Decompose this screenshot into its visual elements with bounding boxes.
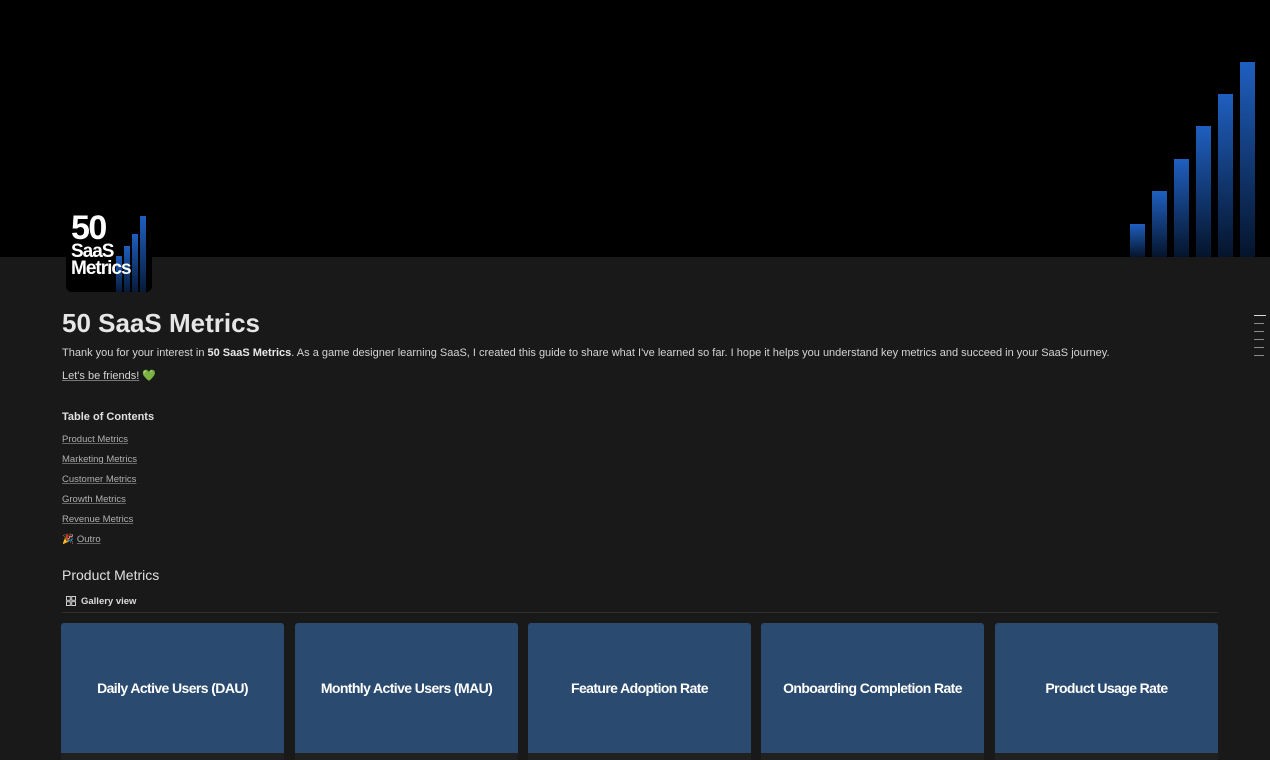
gallery-view-label: Gallery view [81,595,137,607]
section-heading-product-metrics[interactable]: Product Metrics [62,567,159,583]
gallery-card-mau[interactable]: Monthly Active Users (MAU) [295,623,518,760]
card-cover: Onboarding Completion Rate [761,623,984,753]
outline-marker[interactable] [1254,355,1264,356]
card-cover: Feature Adoption Rate [528,623,751,753]
gallery-card-feature-adoption[interactable]: Feature Adoption Rate [528,623,751,760]
view-divider [62,612,1218,613]
card-cover: Daily Active Users (DAU) [61,623,284,753]
gallery: Daily Active Users (DAU) Monthly Active … [61,623,1219,760]
party-popper-icon: 🎉 [62,534,74,545]
outline-marker[interactable] [1254,315,1266,316]
intro-paragraph[interactable]: Thank you for your interest in 50 SaaS M… [62,347,1110,359]
card-cover: Product Usage Rate [995,623,1218,753]
toc-item-outro[interactable]: 🎉 Outro [62,534,137,554]
friends-link[interactable]: Let's be friends! [62,370,139,382]
toc-item-growth-metrics[interactable]: Growth Metrics [62,494,137,514]
friends-line: Let's be friends! 💚 [62,369,156,382]
logo-number: 50 [71,212,107,247]
card-title: Feature Adoption Rate [571,680,709,696]
toc-heading: Table of Contents [62,411,155,423]
toc-item-marketing-metrics[interactable]: Marketing Metrics [62,454,137,474]
gallery-grid-icon [66,596,76,606]
toc-item-customer-metrics[interactable]: Customer Metrics [62,474,137,494]
table-of-contents: Product Metrics Marketing Metrics Custom… [62,434,137,554]
outline-marker[interactable] [1254,331,1264,332]
logo-line-metrics: Metrics [71,257,132,279]
cover-bar-graphic [1130,62,1255,257]
intro-text-before: Thank you for your interest in [62,347,208,359]
outline-marker[interactable] [1254,323,1264,324]
toc-item-product-metrics[interactable]: Product Metrics [62,434,137,454]
outline-marker[interactable] [1254,347,1264,348]
card-title: Daily Active Users (DAU) [97,680,248,696]
gallery-card-product-usage[interactable]: Product Usage Rate [995,623,1218,760]
intro-bold-title: 50 SaaS Metrics [207,347,292,359]
page-title[interactable]: 50 SaaS Metrics [62,308,260,339]
card-title: Onboarding Completion Rate [783,680,962,696]
gallery-card-onboarding-completion[interactable]: Onboarding Completion Rate [761,623,984,760]
page-outline-nav[interactable] [1254,315,1266,363]
card-title: Monthly Active Users (MAU) [320,680,493,696]
logo-text: 50 SaaS Metrics [71,212,132,279]
gallery-card-dau[interactable]: Daily Active Users (DAU) [61,623,284,760]
cover-image [0,0,1270,257]
card-cover: Monthly Active Users (MAU) [295,623,518,753]
page-icon-logo[interactable]: 50 SaaS Metrics [66,212,152,292]
card-title: Product Usage Rate [1045,680,1168,696]
toc-item-revenue-metrics[interactable]: Revenue Metrics [62,514,137,534]
gallery-view-tab[interactable]: Gallery view [66,593,136,609]
green-heart-icon: 💚 [142,370,157,382]
outline-marker[interactable] [1254,339,1264,340]
intro-text-after: . As a game designer learning SaaS, I cr… [291,347,1110,359]
page: 50 SaaS Metrics 50 SaaS Metrics Thank yo… [0,0,1270,760]
